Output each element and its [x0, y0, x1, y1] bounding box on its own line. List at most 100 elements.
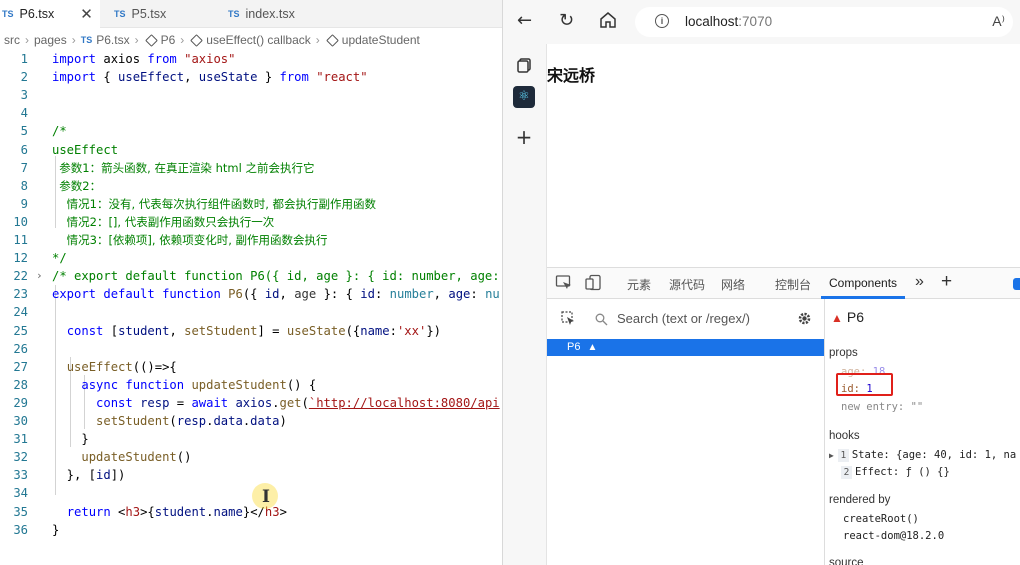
fold-chevron-icon[interactable]: › — [36, 267, 43, 285]
inspect-icon[interactable] — [555, 274, 572, 291]
code-line[interactable]: 30 setStudent(resp.data.data) — [0, 412, 502, 430]
code-token: function — [162, 287, 221, 302]
prop-value: "" — [910, 401, 924, 413]
code-line[interactable]: 11 情况3：[依赖项], 依赖项变化时, 副作用函数会执行 — [0, 231, 502, 249]
address-url[interactable]: localhost:7070 — [685, 14, 772, 29]
device-toolbar-icon[interactable] — [585, 274, 602, 291]
code-token: ({ — [345, 323, 361, 338]
line-number: 5 — [20, 124, 28, 139]
symbol-icon — [190, 33, 204, 47]
new-tab-icon[interactable]: + — [513, 126, 535, 148]
code-line[interactable]: 2 import { useEffect, useState } from "re… — [0, 68, 502, 86]
reload-icon[interactable]: ↻ — [559, 10, 574, 32]
vertical-tab-bar: ⚛ + — [503, 44, 547, 565]
line-number: 23 — [13, 287, 28, 302]
hook-row-effect[interactable]: 2 Effect: ƒ () {} — [841, 466, 950, 479]
tab-label: P5.tsx — [131, 7, 167, 21]
code-line[interactable]: 28 async function updateStudent() { — [0, 376, 502, 394]
expand-triangle-icon[interactable]: ▶ — [829, 451, 834, 460]
line-number: 1 — [20, 52, 28, 66]
code-token: "react" — [316, 70, 368, 85]
code-line[interactable]: 25 const [student, setStudent] = useStat… — [0, 322, 502, 340]
breadcrumb-src[interactable]: src — [4, 33, 20, 47]
tab-components[interactable]: Components — [829, 276, 897, 290]
chevron-right-icon: › — [134, 33, 139, 47]
read-aloud-icon[interactable]: A⁾ — [992, 13, 1005, 30]
code-line[interactable]: 34 — [0, 484, 502, 502]
code-text: */ — [52, 249, 67, 267]
prop-row-new-entry[interactable]: new entry: "" — [841, 401, 923, 413]
code-line[interactable]: 4 — [0, 104, 502, 122]
code-line[interactable]: 29 const resp = await axios.get(`http://… — [0, 394, 502, 412]
code-line[interactable]: 9 情况1：没有, 代表每次执行组件函数时, 都会执行副作用函数 — [0, 195, 502, 213]
code-line[interactable]: 10 情况2：[], 代表副作用函数只会执行一次 — [0, 213, 502, 231]
typescript-file-icon: TS — [228, 9, 240, 19]
code-token: ( — [301, 395, 309, 410]
line-number: 29 — [13, 395, 28, 410]
select-element-icon[interactable] — [561, 311, 576, 326]
code-token: student — [154, 504, 207, 519]
breadcrumb-callback[interactable]: useEffect() callback — [206, 33, 311, 47]
back-arrow-icon[interactable]: ← — [517, 10, 532, 32]
info-icon[interactable]: i — [655, 14, 669, 28]
code-line[interactable]: 35 return <h3>{student.name}</h3> — [0, 503, 502, 521]
line-number: 30 — [13, 414, 28, 428]
code-line[interactable]: 24 — [0, 303, 502, 321]
breadcrumb-pages[interactable]: pages — [34, 33, 67, 47]
code-line[interactable]: 12 */ — [0, 249, 502, 267]
code-line[interactable]: 22 › /* export default function P6({ id, a… — [0, 267, 502, 285]
tab-sources[interactable]: 源代码 — [669, 276, 705, 293]
code-token: 'xx' — [396, 323, 427, 338]
code-token: name — [213, 504, 243, 519]
tab-network[interactable]: 网络 — [721, 276, 745, 293]
rendered-by-item[interactable]: react-dom@18.2.0 — [843, 530, 944, 542]
line-number: 27 — [13, 359, 28, 374]
code-line[interactable]: 8 参数2： — [0, 177, 502, 195]
line-number: 26 — [13, 341, 28, 356]
address-bar[interactable]: i localhost:7070 A⁾ — [635, 7, 1013, 37]
code-line[interactable]: 23 export default function P6({ id, age }… — [0, 285, 502, 303]
code-line[interactable]: 7 参数1：箭头函数, 在真正渲染 html 之前会执行它 — [0, 159, 502, 177]
component-search-input[interactable] — [617, 307, 787, 329]
component-tree-item-p6[interactable]: P6 ▲ — [547, 339, 824, 356]
code-token: h3 — [125, 504, 141, 519]
close-icon[interactable]: ✕ — [80, 5, 93, 23]
react-devtools-tab-icon[interactable]: ⚛ — [513, 86, 535, 108]
tab-p6[interactable]: TS P6.tsx ✕ — [0, 0, 100, 28]
tab-p5[interactable]: TS P5.tsx — [100, 0, 212, 28]
code-line[interactable]: 32 updateStudent() — [0, 448, 502, 466]
tab-console[interactable]: 控制台 — [775, 276, 811, 293]
breadcrumb-file[interactable]: P6.tsx — [96, 33, 129, 47]
hook-row-state[interactable]: ▶ 1 State: {age: 40, id: 1, na — [829, 449, 1016, 462]
code-line[interactable]: 27 useEffect(()=>{ — [0, 358, 502, 376]
code-line[interactable]: 3 — [0, 86, 502, 104]
line-number: 28 — [13, 377, 28, 392]
home-icon[interactable] — [599, 11, 617, 35]
code-token: export — [52, 287, 97, 302]
chevron-right-icon: › — [71, 33, 76, 47]
code-editor[interactable]: TS P6.tsx ✕ TS P5.tsx TS index.tsx src ›… — [0, 0, 502, 565]
code-line[interactable]: 36} — [0, 521, 502, 539]
more-tabs-icon[interactable]: » — [915, 273, 924, 291]
code-line[interactable]: 1 import axios from "axios" — [0, 50, 502, 68]
tab-elements[interactable]: 元素 — [627, 276, 651, 293]
tab-index[interactable]: TS index.tsx — [212, 0, 332, 28]
component-search-row — [547, 304, 823, 332]
breadcrumb-p6[interactable]: P6 — [161, 33, 176, 47]
code-token: } — [52, 432, 89, 447]
code-token: id — [96, 468, 111, 483]
code-token: 情况2：[], 代表副作用函数只会执行一次 — [52, 214, 275, 229]
rendered-by-item[interactable]: createRoot() — [843, 513, 919, 525]
code-line[interactable]: 26 — [0, 340, 502, 358]
code-line[interactable]: 33 }, [id]) — [0, 466, 502, 484]
tab-actions-icon[interactable] — [513, 54, 535, 76]
code-line[interactable]: 31 } — [0, 430, 502, 448]
add-tab-icon[interactable]: + — [941, 271, 952, 293]
gear-icon[interactable] — [797, 311, 812, 326]
breadcrumb-function[interactable]: updateStudent — [342, 33, 420, 47]
code-token: } — [257, 70, 280, 85]
code-line[interactable]: 5 /* — [0, 122, 502, 140]
settings-badge-icon[interactable] — [1013, 278, 1020, 290]
code-line[interactable]: 6 useEffect — [0, 141, 502, 159]
